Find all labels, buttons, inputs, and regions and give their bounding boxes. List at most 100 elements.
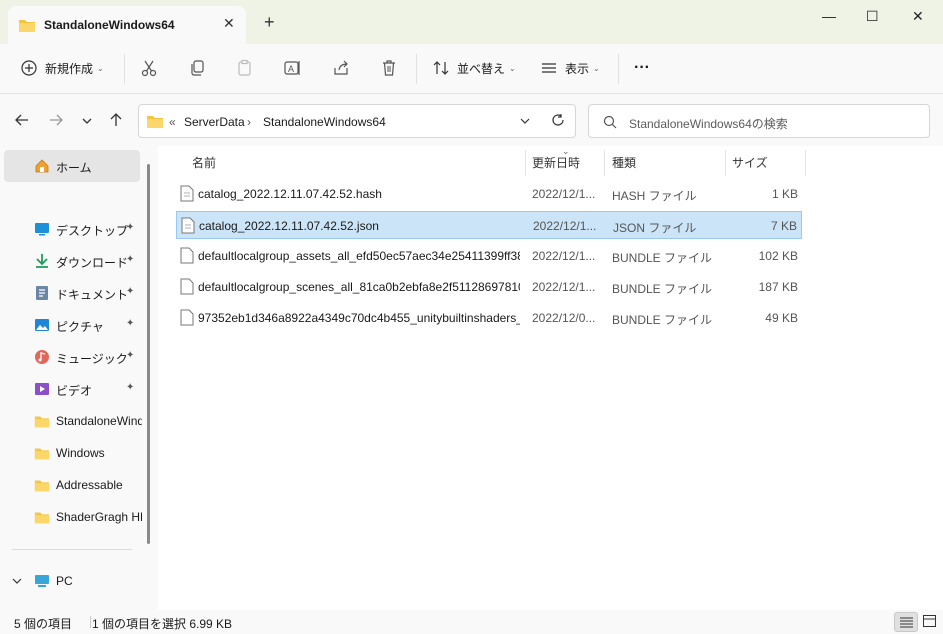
sidebar-item-videos[interactable]: ビデオ ✦ — [0, 374, 150, 404]
pin-icon[interactable]: ✦ — [126, 382, 134, 393]
column-divider[interactable] — [805, 150, 806, 176]
chevron-down-icon: ⌄ — [509, 63, 516, 73]
details-view-button[interactable] — [894, 612, 918, 632]
table-row[interactable]: catalog_2022.12.11.07.42.52.json 2022/12… — [176, 211, 802, 239]
plus-circle-icon — [20, 59, 38, 77]
pin-icon[interactable]: ✦ — [126, 318, 134, 329]
file-size: 1 KB — [771, 187, 798, 201]
view-button[interactable]: 表示 ⌄ — [540, 57, 600, 79]
document-icon — [34, 285, 50, 301]
sidebar-item-label: PC — [56, 574, 73, 588]
minimize-button[interactable]: — — [822, 8, 836, 24]
folder-icon — [34, 413, 50, 429]
column-divider[interactable] — [725, 150, 726, 176]
maximize-button[interactable]: ☐ — [866, 8, 879, 25]
window-tab[interactable]: StandaloneWindows64 ✕ — [8, 6, 246, 44]
new-button[interactable]: 新規作成 ⌄ — [20, 57, 104, 79]
folder-icon — [34, 445, 50, 461]
new-label: 新規作成 — [45, 61, 94, 76]
file-date: 2022/12/1... — [532, 249, 596, 263]
sidebar-item-pc[interactable]: PC — [0, 566, 150, 596]
search-icon — [603, 115, 617, 132]
pin-icon[interactable]: ✦ — [126, 222, 134, 233]
forward-arrow-icon[interactable] — [48, 112, 64, 131]
desktop-icon — [34, 221, 50, 237]
svg-text:A: A — [288, 64, 294, 74]
sidebar-item-pictures[interactable]: ピクチャ ✦ — [0, 310, 150, 340]
column-header-type[interactable]: 種類 — [612, 154, 636, 171]
file-icon — [180, 309, 194, 329]
expand-chevron-icon[interactable] — [12, 575, 22, 589]
share-button[interactable] — [332, 57, 350, 79]
pin-icon[interactable]: ✦ — [126, 254, 134, 265]
file-icon — [180, 247, 194, 267]
file-date: 2022/12/1... — [532, 280, 596, 294]
delete-button[interactable] — [380, 57, 398, 79]
divider — [618, 54, 619, 84]
close-tab-icon[interactable]: ✕ — [223, 15, 235, 32]
column-header-name[interactable]: 名前 — [192, 154, 216, 171]
file-type: BUNDLE ファイル — [612, 313, 713, 327]
column-header-size[interactable]: サイズ — [732, 154, 768, 171]
recent-chevron-icon[interactable] — [80, 114, 94, 131]
sidebar-item-music[interactable]: ミュージック ✦ — [0, 342, 150, 372]
file-icon — [180, 185, 194, 205]
video-icon — [34, 381, 50, 397]
sidebar-item-label: StandaloneWindows64 — [56, 414, 142, 428]
sidebar-item-home[interactable]: ホーム — [4, 150, 140, 182]
address-dropdown-icon[interactable] — [519, 115, 531, 130]
tiles-view-button[interactable] — [918, 612, 942, 632]
breadcrumb-standalonewindows64[interactable]: StandaloneWindows64 — [263, 115, 386, 129]
address-bar[interactable]: « ServerData › StandaloneWindows64 — [138, 104, 576, 138]
column-divider[interactable] — [604, 150, 605, 176]
sidebar-item-label: ダウンロード — [56, 256, 129, 270]
sidebar-item-label: ミュージック — [56, 352, 128, 366]
sidebar-item-standalonewindows64[interactable]: StandaloneWindows64 — [0, 406, 142, 436]
sidebar-item-label: ホーム — [56, 161, 92, 175]
file-size: 102 KB — [758, 249, 798, 263]
sort-button[interactable]: 並べ替え ⌄ — [432, 57, 516, 79]
sidebar-item-label: Windows — [56, 446, 105, 460]
cut-button[interactable] — [140, 57, 158, 79]
table-row[interactable]: defaultlocalgroup_scenes_all_81ca0b2ebfa… — [176, 273, 802, 301]
breadcrumb-serverdata[interactable]: ServerData — [184, 115, 245, 129]
music-icon — [34, 349, 50, 365]
sidebar-item-downloads[interactable]: ダウンロード ✦ — [0, 246, 150, 276]
breadcrumb-separator-icon: › — [247, 115, 251, 129]
sidebar-item-label: Addressable — [56, 478, 123, 492]
copy-button[interactable] — [188, 57, 206, 79]
table-row[interactable]: defaultlocalgroup_assets_all_efd50ec57ae… — [176, 242, 802, 270]
status-bar: 5 個の項目 1 個の項目を選択 6.99 KB — [0, 610, 943, 634]
pin-icon[interactable]: ✦ — [126, 350, 134, 361]
divider — [12, 549, 132, 550]
sidebar-scrollbar[interactable] — [147, 164, 150, 544]
back-arrow-icon[interactable] — [14, 112, 30, 131]
search-placeholder: StandaloneWindows64の検索 — [629, 117, 788, 131]
close-window-button[interactable]: ✕ — [912, 8, 924, 25]
table-row[interactable]: 97352eb1d346a8922a4349c70dc4b455_unitybu… — [176, 304, 802, 332]
sidebar-item-label: ビデオ — [56, 384, 93, 398]
table-row[interactable]: catalog_2022.12.11.07.42.52.hash 2022/12… — [176, 180, 802, 208]
new-tab-button[interactable]: + — [264, 13, 275, 31]
tab-title: StandaloneWindows64 — [44, 18, 175, 32]
rename-button[interactable]: A — [284, 57, 302, 79]
up-arrow-icon[interactable] — [108, 112, 124, 131]
file-icon — [181, 217, 195, 237]
file-list: 名前 ⌄ 更新日時 種類 サイズ catalog_2022.12.11.07.4… — [158, 146, 943, 610]
overflow-crumb[interactable]: « — [169, 115, 176, 129]
paste-button[interactable] — [236, 57, 254, 79]
search-box[interactable]: StandaloneWindows64の検索 — [588, 104, 930, 138]
column-header-date[interactable]: 更新日時 — [532, 154, 580, 171]
refresh-icon[interactable] — [551, 113, 565, 130]
home-icon — [34, 158, 50, 177]
chevron-down-icon: ⌄ — [593, 63, 600, 73]
sidebar-item-windows[interactable]: Windows — [0, 438, 150, 468]
sidebar-item-shadergragh[interactable]: ShaderGragh HDRP — [0, 502, 142, 532]
more-options-button[interactable]: ··· — [634, 57, 650, 79]
file-name: defaultlocalgroup_assets_all_efd50ec57ae… — [198, 249, 520, 263]
sidebar-item-documents[interactable]: ドキュメント ✦ — [0, 278, 150, 308]
sidebar-item-desktop[interactable]: デスクトップ ✦ — [0, 214, 150, 244]
column-divider[interactable] — [525, 150, 526, 176]
sidebar-item-addressable[interactable]: Addressable — [0, 470, 150, 500]
pin-icon[interactable]: ✦ — [126, 286, 134, 297]
